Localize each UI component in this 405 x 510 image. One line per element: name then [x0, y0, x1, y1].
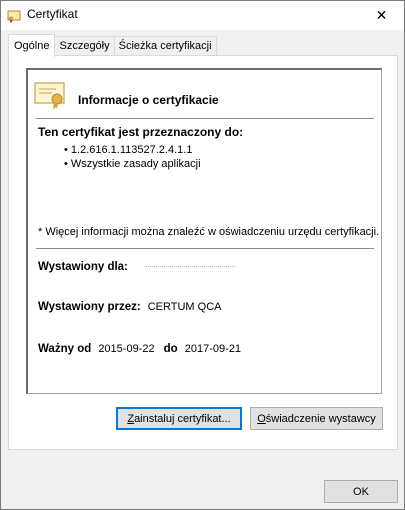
ok-button[interactable]: OK — [324, 480, 398, 503]
footnote: * Więcej informacji można znaleźć w oświ… — [38, 226, 380, 238]
tab-panel-general: Informacje o certyfikacie Ten certyfikat… — [8, 55, 398, 450]
close-button[interactable]: ✕ — [359, 1, 404, 30]
certificate-info-box: Informacje o certyfikacie Ten certyfikat… — [26, 68, 382, 394]
validity-row: Ważny od 2015-09-22 do 2017-09-21 — [38, 343, 241, 355]
certificate-ribbon-icon — [34, 80, 66, 110]
purpose-item: Wszystkie zasady aplikacji — [64, 157, 201, 171]
window-title: Certyfikat — [27, 7, 78, 21]
certificate-info-header: Informacje o certyfikacie — [78, 93, 219, 107]
divider — [36, 248, 374, 249]
close-icon: ✕ — [375, 7, 388, 23]
purpose-item: 1.2.616.1.113527.2.4.1.1 — [64, 143, 201, 157]
issued-to-label: Wystawiony dla: — [38, 261, 128, 273]
issuer-statement-button[interactable]: Oświadczenie wystawcy — [250, 407, 383, 430]
tab-general[interactable]: Ogólne — [8, 34, 56, 57]
issued-by-label: Wystawiony przez: — [38, 301, 141, 313]
certificate-icon — [7, 9, 21, 23]
title-bar: Certyfikat ✕ — [1, 1, 404, 30]
purpose-title: Ten certyfikat jest przeznaczony do: — [38, 125, 244, 139]
install-certificate-button[interactable]: Zainstaluj certyfikat... — [116, 407, 242, 430]
valid-from-label: Ważny od — [38, 343, 92, 355]
certificate-dialog: Certyfikat ✕ Ogólne Szczegóły Ścieżka ce… — [0, 0, 405, 510]
tab-strip: Ogólne Szczegóły Ścieżka certyfikacji — [8, 34, 217, 57]
issued-to-row: Wystawiony dla: — [38, 261, 235, 273]
purpose-list: 1.2.616.1.113527.2.4.1.1 Wszystkie zasad… — [64, 143, 201, 171]
tab-certification-path[interactable]: Ścieżka certyfikacji — [113, 36, 217, 56]
issued-by-row: Wystawiony przez: CERTUM QCA — [38, 301, 221, 313]
valid-from-date: 2015-09-22 — [98, 343, 155, 355]
issued-to-value-redacted — [144, 266, 235, 268]
issued-by-value: CERTUM QCA — [147, 301, 222, 313]
divider — [36, 118, 374, 119]
tab-details[interactable]: Szczegóły — [54, 36, 115, 56]
valid-to-label: do — [163, 343, 178, 355]
valid-to-date: 2017-09-21 — [184, 343, 242, 355]
